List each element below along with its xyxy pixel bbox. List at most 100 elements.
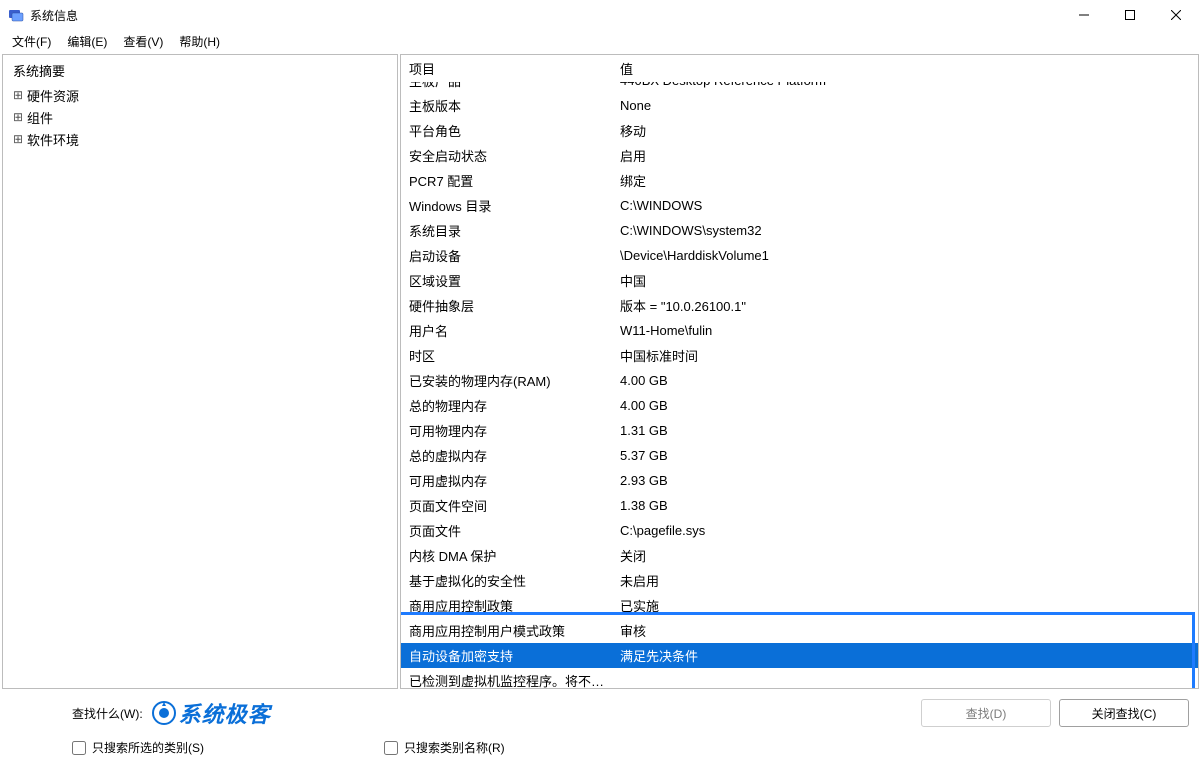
cell-value: 审核 (612, 618, 1198, 643)
cell-value: 2.93 GB (612, 468, 1198, 493)
cell-value: 中国 (612, 268, 1198, 293)
cell-item: 总的虚拟内存 (401, 443, 612, 468)
cell-value: None (612, 93, 1198, 118)
detail-scroll[interactable]: 项目 值 BIOS 模式UEFI主板制造商Intel Corporation主板… (401, 55, 1198, 688)
table-row[interactable]: 安全启动状态启用 (401, 143, 1198, 168)
table-row[interactable]: 可用虚拟内存2.93 GB (401, 468, 1198, 493)
cell-item: 已安装的物理内存(RAM) (401, 368, 612, 393)
col-header-item[interactable]: 项目 (401, 55, 612, 83)
maximize-button[interactable] (1107, 0, 1153, 30)
table-row[interactable]: 自动设备加密支持满足先决条件 (401, 643, 1198, 668)
tree-node[interactable]: ⊞软件环境 (11, 128, 395, 150)
chk-selected-only-input[interactable] (72, 741, 86, 755)
table-row[interactable]: 启动设备\Device\HarddiskVolume1 (401, 243, 1198, 268)
table-row[interactable]: Windows 目录C:\WINDOWS (401, 193, 1198, 218)
app-icon (8, 7, 24, 23)
cell-value: 移动 (612, 118, 1198, 143)
cell-value: 中国标准时间 (612, 343, 1198, 368)
watermark-text: 系统极客 (179, 697, 271, 729)
table-row[interactable]: 硬件抽象层版本 = "10.0.26100.1" (401, 293, 1198, 318)
table-row[interactable]: 用户名W11-Home\fulin (401, 318, 1198, 343)
cell-value: W11-Home\fulin (612, 318, 1198, 343)
tree-node-label: 软件环境 (27, 130, 79, 149)
cell-item: 商用应用控制政策 (401, 593, 612, 618)
cell-value: C:\pagefile.sys (612, 518, 1198, 543)
table-row[interactable]: 总的物理内存4.00 GB (401, 393, 1198, 418)
cell-item: 自动设备加密支持 (401, 643, 612, 668)
cell-item: 已检测到虚拟机监控程序。将不… (401, 668, 612, 688)
cell-value: 已实施 (612, 593, 1198, 618)
table-row[interactable]: 商用应用控制用户模式政策审核 (401, 618, 1198, 643)
table-row[interactable]: PCR7 配置绑定 (401, 168, 1198, 193)
cell-item: 页面文件 (401, 518, 612, 543)
cell-value (612, 668, 1198, 688)
find-label: 查找什么(W): (72, 705, 143, 722)
cell-item: 平台角色 (401, 118, 612, 143)
cell-item: 硬件抽象层 (401, 293, 612, 318)
table-row[interactable]: 已安装的物理内存(RAM)4.00 GB (401, 368, 1198, 393)
cell-item: 可用物理内存 (401, 418, 612, 443)
close-button[interactable] (1153, 0, 1199, 30)
cell-value: 4.00 GB (612, 368, 1198, 393)
close-find-button[interactable]: 关闭查找(C) (1059, 699, 1189, 727)
table-row[interactable]: 总的虚拟内存5.37 GB (401, 443, 1198, 468)
cell-value: 版本 = "10.0.26100.1" (612, 293, 1198, 318)
expand-icon[interactable]: ⊞ (11, 132, 25, 146)
tree-root[interactable]: 系统摘要 (5, 57, 395, 84)
find-button[interactable]: 查找(D) (921, 699, 1051, 727)
cell-item: 启动设备 (401, 243, 612, 268)
chk-names-only[interactable]: 只搜索类别名称(R) (384, 739, 505, 756)
table-row[interactable]: 商用应用控制政策已实施 (401, 593, 1198, 618)
menu-bar: 文件(F) 编辑(E) 查看(V) 帮助(H) (0, 30, 1201, 52)
cell-item: 安全启动状态 (401, 143, 612, 168)
table-row[interactable]: 内核 DMA 保护关闭 (401, 543, 1198, 568)
cell-item: PCR7 配置 (401, 168, 612, 193)
window-controls (1061, 0, 1199, 30)
table-row[interactable]: 主板版本None (401, 93, 1198, 118)
chk-names-only-input[interactable] (384, 741, 398, 755)
cell-item: 内核 DMA 保护 (401, 543, 612, 568)
menu-file[interactable]: 文件(F) (4, 31, 59, 52)
chk-selected-only[interactable]: 只搜索所选的类别(S) (72, 739, 204, 756)
col-header-value[interactable]: 值 (612, 55, 1198, 83)
table-row[interactable]: 基于虚拟化的安全性未启用 (401, 568, 1198, 593)
cell-value: 满足先决条件 (612, 643, 1198, 668)
cell-value: C:\WINDOWS (612, 193, 1198, 218)
table-row[interactable]: 时区中国标准时间 (401, 343, 1198, 368)
cell-value: \Device\HarddiskVolume1 (612, 243, 1198, 268)
tree-node-label: 硬件资源 (27, 86, 79, 105)
cell-value: C:\WINDOWS\system32 (612, 218, 1198, 243)
tree-panel[interactable]: 系统摘要 ⊞硬件资源⊞组件⊞软件环境 (2, 54, 398, 689)
cell-value: 1.38 GB (612, 493, 1198, 518)
table-row[interactable]: 页面文件空间1.38 GB (401, 493, 1198, 518)
cell-item: 用户名 (401, 318, 612, 343)
table-row[interactable]: 平台角色移动 (401, 118, 1198, 143)
detail-panel: 项目 值 BIOS 模式UEFI主板制造商Intel Corporation主板… (400, 54, 1199, 689)
expand-icon[interactable]: ⊞ (11, 88, 25, 102)
cell-item: 页面文件空间 (401, 493, 612, 518)
cell-value: 5.37 GB (612, 443, 1198, 468)
table-row[interactable]: 区域设置中国 (401, 268, 1198, 293)
cell-item: 区域设置 (401, 268, 612, 293)
cell-value: 启用 (612, 143, 1198, 168)
cell-value: 关闭 (612, 543, 1198, 568)
table-row[interactable]: 系统目录C:\WINDOWS\system32 (401, 218, 1198, 243)
minimize-button[interactable] (1061, 0, 1107, 30)
table-row[interactable]: 已检测到虚拟机监控程序。将不… (401, 668, 1198, 688)
menu-view[interactable]: 查看(V) (115, 31, 171, 52)
cell-item: 系统目录 (401, 218, 612, 243)
cell-item: Windows 目录 (401, 193, 612, 218)
watermark: 系统极客 (151, 697, 271, 729)
content-area: 系统摘要 ⊞硬件资源⊞组件⊞软件环境 项目 值 BIOS 模式UEFI主板制造商… (0, 52, 1201, 689)
tree-node[interactable]: ⊞组件 (11, 106, 395, 128)
menu-edit[interactable]: 编辑(E) (59, 31, 115, 52)
title-bar: 系统信息 (0, 0, 1201, 30)
cell-item: 商用应用控制用户模式政策 (401, 618, 612, 643)
expand-icon[interactable]: ⊞ (11, 110, 25, 124)
menu-help[interactable]: 帮助(H) (171, 31, 228, 52)
tree-node[interactable]: ⊞硬件资源 (11, 84, 395, 106)
table-row[interactable]: 页面文件C:\pagefile.sys (401, 518, 1198, 543)
table-row[interactable]: 可用物理内存1.31 GB (401, 418, 1198, 443)
cell-value: 未启用 (612, 568, 1198, 593)
window-title: 系统信息 (30, 7, 78, 24)
